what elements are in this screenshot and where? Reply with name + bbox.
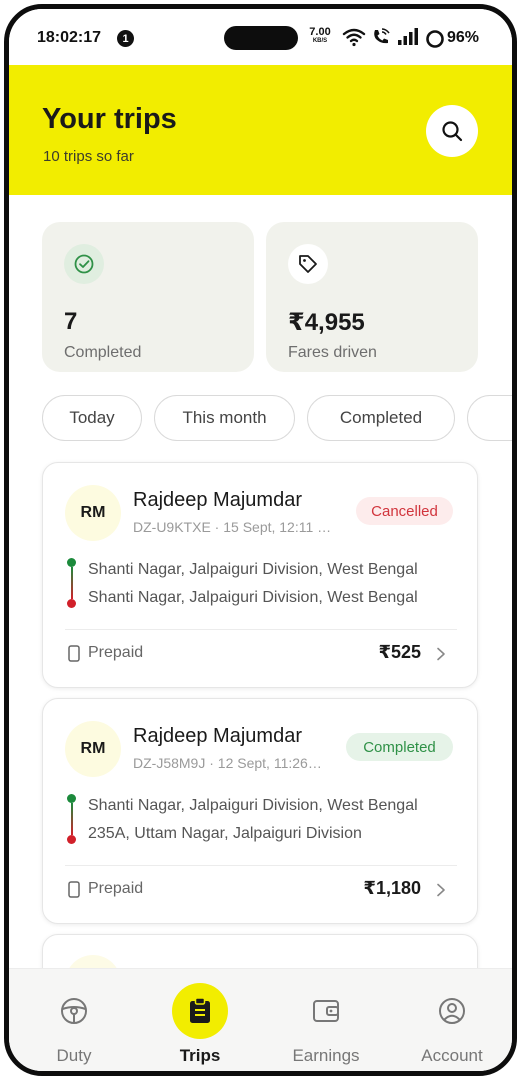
tag-icon bbox=[299, 255, 317, 273]
camera-notch bbox=[224, 26, 298, 50]
card-divider bbox=[65, 629, 457, 630]
wifi-call-icon bbox=[374, 28, 390, 44]
route-line bbox=[71, 567, 73, 599]
route-line bbox=[71, 803, 73, 835]
bottom-nav: Duty Trips Earnings Account bbox=[9, 968, 512, 1071]
nav-earnings-label: Earnings bbox=[292, 1046, 360, 1065]
wifi-icon bbox=[342, 28, 366, 47]
nav-duty[interactable]: Duty bbox=[11, 969, 137, 1071]
phone-payment-icon bbox=[68, 881, 80, 898]
trip-card[interactable]: RM Rajdeep Majumdar DZ-J58M9J · 12 Sept,… bbox=[42, 698, 478, 924]
completed-stat-value: 7 bbox=[64, 308, 78, 335]
nav-earnings[interactable]: Earnings bbox=[263, 969, 389, 1071]
fares-stat-card: ₹4,955 Fares driven bbox=[266, 222, 478, 372]
completed-stat-icon bbox=[64, 244, 104, 284]
network-speed-value: 7.00 bbox=[309, 26, 331, 38]
pickup-dot bbox=[67, 794, 76, 803]
rider-avatar: RM bbox=[65, 485, 121, 541]
status-badge: Cancelled bbox=[356, 497, 453, 525]
trip-id-datetime: DZ-U9KTXE · 15 Sept, 12:11 … bbox=[133, 519, 332, 535]
nav-trips[interactable]: Trips bbox=[137, 969, 263, 1071]
header: Your trips 10 trips so far bbox=[9, 65, 512, 195]
trip-card[interactable]: RM Rajdeep Majumdar DZ-U9KTXE · 15 Sept,… bbox=[42, 462, 478, 688]
phone-frame: 18:02:17 1 7.00 KB/S 96% Your trips 10 t… bbox=[4, 4, 517, 1076]
battery-ring-icon bbox=[426, 30, 444, 48]
status-bar: 18:02:17 1 7.00 KB/S 96% bbox=[9, 9, 512, 65]
trip-fare: ₹525 bbox=[378, 642, 421, 662]
chevron-right-icon bbox=[437, 647, 445, 661]
nav-duty-icon-wrap bbox=[46, 983, 102, 1039]
rider-avatar: RM bbox=[65, 721, 121, 777]
filter-chip-completed[interactable]: Completed bbox=[307, 395, 455, 441]
signal-icon bbox=[398, 28, 418, 45]
pickup-address: Shanti Nagar, Jalpaiguri Division, West … bbox=[88, 797, 418, 814]
trip-fare: ₹1,180 bbox=[363, 878, 421, 898]
nav-trips-label: Trips bbox=[179, 1046, 221, 1065]
battery-level: 96% bbox=[447, 29, 480, 46]
network-speed: 7.00 KB/S bbox=[307, 26, 333, 45]
drop-dot bbox=[67, 599, 76, 608]
notification-badge: 1 bbox=[117, 30, 134, 47]
completed-stat-label: Completed bbox=[64, 344, 142, 361]
nav-account[interactable]: Account bbox=[389, 969, 512, 1071]
trip-count-subtitle: 10 trips so far bbox=[43, 148, 134, 165]
filter-chips: Today This month Completed bbox=[42, 395, 512, 443]
status-time: 18:02:17 bbox=[37, 29, 102, 46]
completed-stat-card: 7 Completed bbox=[42, 222, 254, 372]
fares-stat-value: ₹4,955 bbox=[288, 309, 365, 336]
drop-address: 235A, Uttam Nagar, Jalpaiguri Division bbox=[88, 825, 362, 842]
check-circle-icon bbox=[74, 254, 94, 274]
network-speed-unit: KB/S bbox=[312, 38, 328, 44]
drop-address: Shanti Nagar, Jalpaiguri Division, West … bbox=[88, 589, 418, 606]
steering-wheel-icon bbox=[61, 998, 87, 1024]
status-badge: Completed bbox=[346, 733, 453, 761]
filter-chip-more[interactable] bbox=[467, 395, 512, 441]
pickup-address: Shanti Nagar, Jalpaiguri Division, West … bbox=[88, 561, 418, 578]
clipboard-icon bbox=[190, 997, 210, 1023]
filter-chip-this-month[interactable]: This month bbox=[154, 395, 295, 441]
search-button[interactable] bbox=[426, 105, 478, 157]
fares-stat-label: Fares driven bbox=[288, 344, 377, 361]
user-circle-icon bbox=[439, 998, 465, 1024]
phone-payment-icon bbox=[68, 645, 80, 662]
nav-duty-label: Duty bbox=[56, 1046, 92, 1065]
pickup-dot bbox=[67, 558, 76, 567]
payment-method: Prepaid bbox=[88, 880, 144, 897]
nav-earnings-icon-wrap bbox=[298, 983, 354, 1039]
rider-name: Rajdeep Majumdar bbox=[133, 489, 302, 511]
wallet-icon bbox=[313, 1000, 339, 1022]
drop-dot bbox=[67, 835, 76, 844]
card-divider bbox=[65, 865, 457, 866]
rider-name: Rajdeep Majumdar bbox=[133, 725, 302, 747]
chevron-right-icon bbox=[437, 883, 445, 897]
nav-account-label: Account bbox=[421, 1046, 483, 1065]
filter-chip-today[interactable]: Today bbox=[42, 395, 142, 441]
nav-account-icon-wrap bbox=[424, 983, 480, 1039]
page-title: Your trips bbox=[42, 103, 177, 135]
search-icon bbox=[442, 121, 463, 142]
payment-method: Prepaid bbox=[88, 644, 144, 661]
trip-id-datetime: DZ-J58M9J · 12 Sept, 11:26… bbox=[133, 755, 322, 771]
nav-trips-icon-wrap bbox=[172, 983, 228, 1039]
fares-stat-icon bbox=[288, 244, 328, 284]
